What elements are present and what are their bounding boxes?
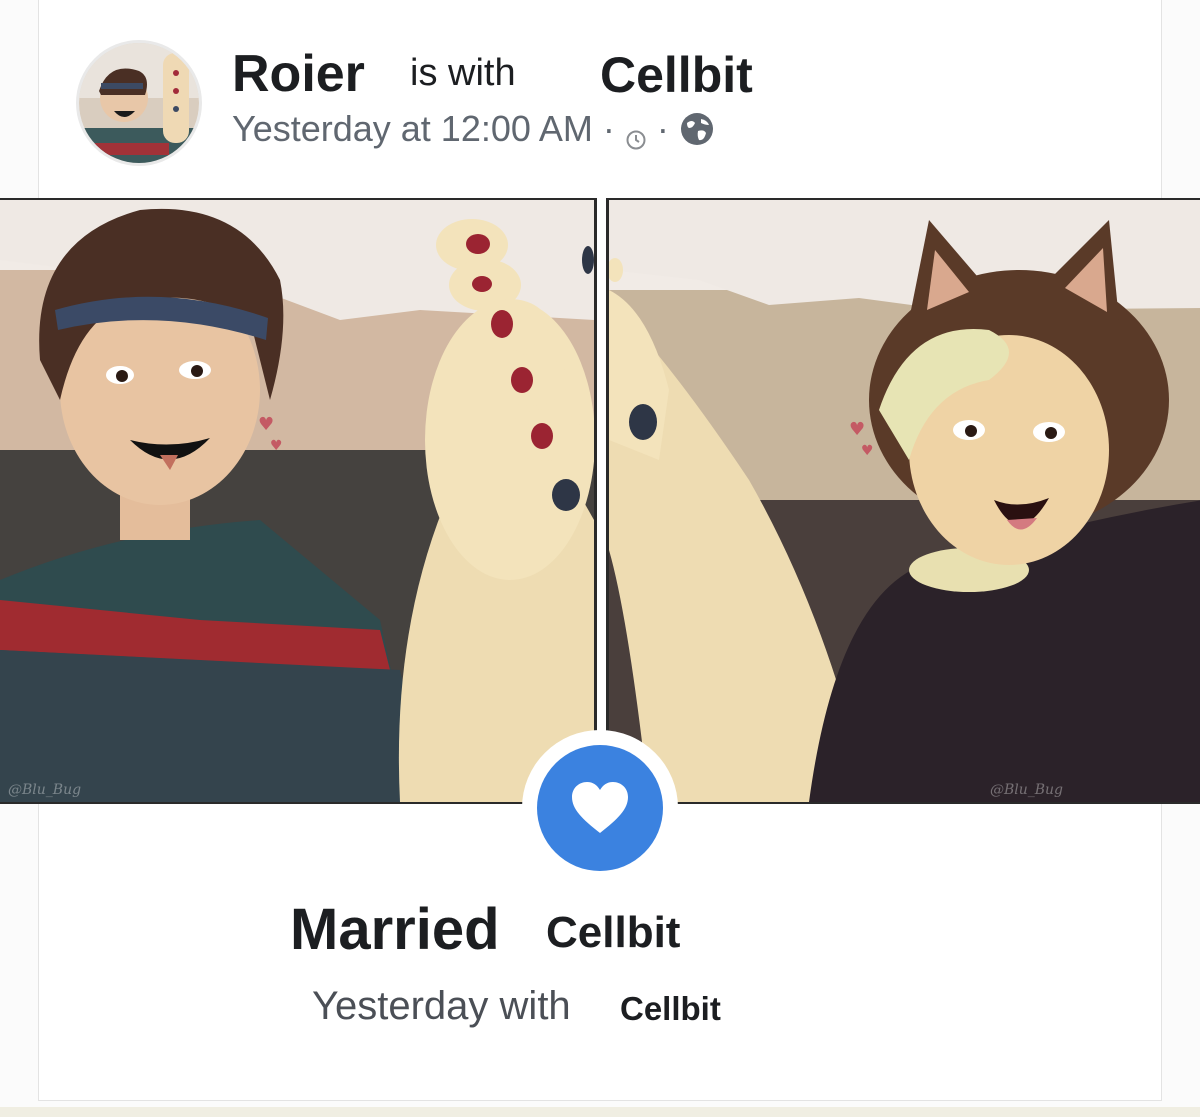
svg-text:♥: ♥ xyxy=(270,438,283,454)
separator-dot: · xyxy=(602,108,615,149)
post-with-text: is with xyxy=(410,52,516,94)
photo-right[interactable]: ♥ ♥ @Blu_Bug xyxy=(606,198,1200,804)
heart-circle xyxy=(537,745,663,871)
globe-icon[interactable] xyxy=(679,111,715,147)
bottom-strip xyxy=(0,1107,1200,1117)
post-author[interactable]: Roier xyxy=(232,44,365,104)
post-tagged-user[interactable]: Cellbit xyxy=(600,46,753,104)
heart-icon xyxy=(572,782,628,833)
svg-text:♥: ♥ xyxy=(258,414,274,435)
photo-watermark: @Blu_Bug xyxy=(8,782,82,798)
svg-text:♥: ♥ xyxy=(849,419,865,440)
life-event-partner[interactable]: Cellbit xyxy=(546,908,680,958)
separator-dot: · xyxy=(656,108,669,149)
photo-left[interactable]: ♥ ♥ @Blu_Bug xyxy=(0,198,597,804)
life-event-with-name[interactable]: Cellbit xyxy=(620,990,721,1028)
life-event-title: Married xyxy=(290,897,500,962)
life-event-when: Yesterday with xyxy=(312,984,571,1028)
post-meta: Yesterday at 12:00 AM · · xyxy=(232,108,715,150)
svg-text:♥: ♥ xyxy=(861,443,874,459)
life-event-heart-badge xyxy=(522,730,678,886)
photo-watermark: @Blu_Bug xyxy=(989,782,1063,798)
clock-icon xyxy=(625,118,647,150)
post-timestamp[interactable]: Yesterday at 12:00 AM xyxy=(232,108,593,150)
avatar[interactable] xyxy=(76,40,202,166)
